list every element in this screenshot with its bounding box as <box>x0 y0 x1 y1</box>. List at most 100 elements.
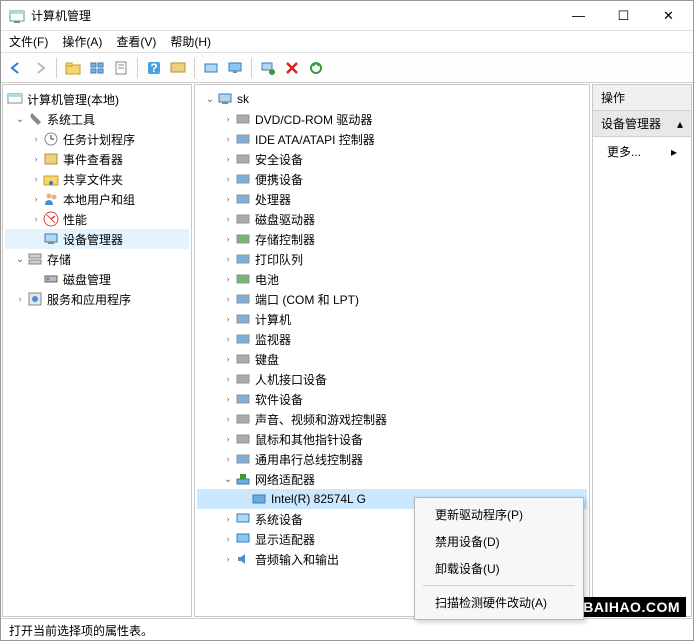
dev-hid[interactable]: ›人机接口设备 <box>197 369 587 389</box>
ctx-uninstall-device[interactable]: 卸载设备(U) <box>415 555 583 582</box>
statusbar-text: 打开当前选择项的属性表。 <box>9 624 153 638</box>
app-icon <box>9 8 25 24</box>
ctx-disable-device[interactable]: 禁用设备(D) <box>415 528 583 555</box>
nav-device-manager[interactable]: 设备管理器 <box>5 229 189 249</box>
folder-up-icon[interactable] <box>62 57 84 79</box>
users-icon <box>43 191 59 207</box>
nav-root[interactable]: 计算机管理(本地) <box>5 89 189 109</box>
computer-icon <box>235 311 251 327</box>
statusbar: 打开当前选择项的属性表。 <box>1 618 693 640</box>
ctx-scan-hardware[interactable]: 扫描检测硬件改动(A) <box>415 589 583 616</box>
network-icon <box>235 471 251 487</box>
dev-print_queues[interactable]: ›打印队列 <box>197 249 587 269</box>
processors-icon <box>235 191 251 207</box>
help-icon[interactable]: ? <box>143 57 165 79</box>
dev-processors[interactable]: ›处理器 <box>197 189 587 209</box>
monitors-icon <box>235 331 251 347</box>
usb_ctrl-icon <box>235 451 251 467</box>
print_queues-icon <box>235 251 251 267</box>
computer-icon <box>217 91 233 107</box>
dev-disk_drives[interactable]: ›磁盘驱动器 <box>197 209 587 229</box>
menubar: 文件(F) 操作(A) 查看(V) 帮助(H) <box>1 31 693 53</box>
device-mgr-icon <box>43 231 59 247</box>
dev-storage_ctrl[interactable]: ›存储控制器 <box>197 229 587 249</box>
window-title: 计算机管理 <box>31 7 556 24</box>
dev-batteries[interactable]: ›电池 <box>197 269 587 289</box>
actions-pane: 操作 设备管理器▴ 更多...▸ <box>592 84 692 617</box>
dev-dvd[interactable]: ›DVD/CD-ROM 驱动器 <box>197 109 587 129</box>
maximize-button[interactable]: ☐ <box>601 2 646 30</box>
context-menu: 更新驱动程序(P) 禁用设备(D) 卸载设备(U) 扫描检测硬件改动(A) <box>414 497 584 620</box>
dvd-icon <box>235 111 251 127</box>
nav-services-apps[interactable]: ›服务和应用程序 <box>5 289 189 309</box>
ctx-update-driver[interactable]: 更新驱动程序(P) <box>415 501 583 528</box>
dev-mice[interactable]: ›鼠标和其他指针设备 <box>197 429 587 449</box>
event-icon <box>43 151 59 167</box>
nav-shared-folders[interactable]: ›共享文件夹 <box>5 169 189 189</box>
update-driver-icon[interactable] <box>305 57 327 79</box>
nav-performance[interactable]: ›性能 <box>5 209 189 229</box>
dev-security[interactable]: ›安全设备 <box>197 149 587 169</box>
actions-sub[interactable]: 设备管理器▴ <box>593 111 691 137</box>
dev-ide[interactable]: ›IDE ATA/ATAPI 控制器 <box>197 129 587 149</box>
actions-more[interactable]: 更多...▸ <box>593 137 691 166</box>
view-list-icon[interactable] <box>86 57 108 79</box>
ctx-separator <box>423 585 575 586</box>
services-icon <box>27 291 43 307</box>
menu-file[interactable]: 文件(F) <box>9 33 48 50</box>
dev-sound_video[interactable]: ›声音、视频和游戏控制器 <box>197 409 587 429</box>
actions-header: 操作 <box>593 85 691 111</box>
disk-mgmt-icon <box>43 271 59 287</box>
scan-hardware-icon[interactable] <box>200 57 222 79</box>
dev-network-adapters[interactable]: ⌄网络适配器 <box>197 469 587 489</box>
nav-local-users[interactable]: ›本地用户和组 <box>5 189 189 209</box>
menu-action[interactable]: 操作(A) <box>62 33 102 50</box>
keyboards-icon <box>235 351 251 367</box>
uninstall-icon[interactable] <box>281 57 303 79</box>
nav-task-scheduler[interactable]: ›任务计划程序 <box>5 129 189 149</box>
left-navigation-tree[interactable]: 计算机管理(本地) ⌄系统工具 ›任务计划程序 ›事件查看器 ›共享文件夹 ›本… <box>2 84 192 617</box>
mice-icon <box>235 431 251 447</box>
dev-portable[interactable]: ›便携设备 <box>197 169 587 189</box>
close-button[interactable]: ✕ <box>646 2 691 30</box>
dev-ports[interactable]: ›端口 (COM 和 LPT) <box>197 289 587 309</box>
menu-help[interactable]: 帮助(H) <box>170 33 211 50</box>
toolbar: ? <box>1 53 693 83</box>
computer-mgmt-icon <box>7 91 23 107</box>
enable-device-icon[interactable] <box>257 57 279 79</box>
console-icon[interactable] <box>167 57 189 79</box>
shared-folder-icon <box>43 171 59 187</box>
nav-event-viewer[interactable]: ›事件查看器 <box>5 149 189 169</box>
dev-keyboards[interactable]: ›键盘 <box>197 349 587 369</box>
chevron-right-icon: ▸ <box>671 145 677 159</box>
sound_video-icon <box>235 411 251 427</box>
perf-icon <box>43 211 59 227</box>
clock-icon <box>43 131 59 147</box>
hid-icon <box>235 371 251 387</box>
svg-text:?: ? <box>150 61 157 75</box>
minimize-button[interactable]: — <box>556 2 601 30</box>
dev-monitors[interactable]: ›监视器 <box>197 329 587 349</box>
nav-system-tools[interactable]: ⌄系统工具 <box>5 109 189 129</box>
audio-icon <box>235 551 251 567</box>
menu-view[interactable]: 查看(V) <box>116 33 156 50</box>
ports-icon <box>235 291 251 307</box>
portable-icon <box>235 171 251 187</box>
nic-icon <box>251 491 267 507</box>
dev-root[interactable]: ⌄sk <box>197 89 587 109</box>
forward-button[interactable] <box>29 57 51 79</box>
storage_ctrl-icon <box>235 231 251 247</box>
disk_drives-icon <box>235 211 251 227</box>
titlebar: 计算机管理 — ☐ ✕ <box>1 1 693 31</box>
dev-usb_ctrl[interactable]: ›通用串行总线控制器 <box>197 449 587 469</box>
monitor-icon[interactable] <box>224 57 246 79</box>
nav-disk-mgmt[interactable]: 磁盘管理 <box>5 269 189 289</box>
storage-icon <box>27 251 43 267</box>
wrench-icon <box>27 111 43 127</box>
dev-software_devices[interactable]: ›软件设备 <box>197 389 587 409</box>
dev-computer[interactable]: ›计算机 <box>197 309 587 329</box>
chevron-up-icon: ▴ <box>677 117 683 131</box>
back-button[interactable] <box>5 57 27 79</box>
properties-icon[interactable] <box>110 57 132 79</box>
nav-storage[interactable]: ⌄存储 <box>5 249 189 269</box>
